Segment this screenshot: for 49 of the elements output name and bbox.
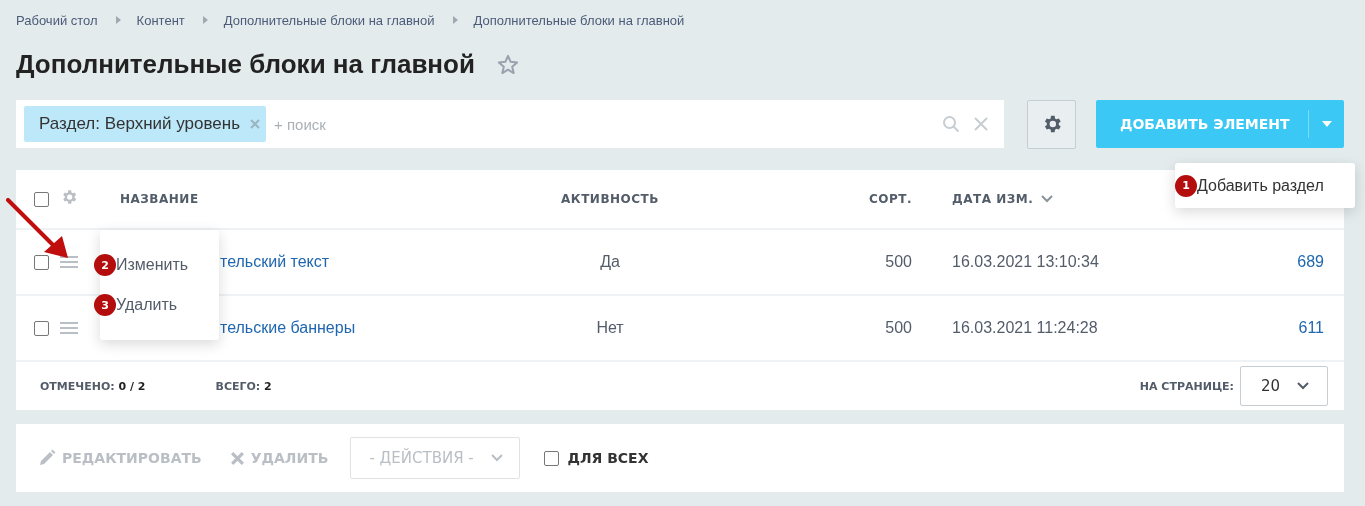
- breadcrumb-separator-icon: [452, 16, 458, 24]
- per-page-label: НА СТРАНИЦЕ:: [1139, 379, 1234, 393]
- chevron-icon: [1297, 382, 1309, 390]
- menu-item[interactable]: Изменить: [116, 256, 189, 274]
- table-cell-text: 16.03.2021 11:24:28: [951, 319, 1099, 337]
- breadcrumb-separator-icon: [202, 16, 208, 24]
- total-count: ВСЕГО: 2: [215, 379, 272, 393]
- per-page-select[interactable]: 20: [1240, 366, 1328, 406]
- table-cell-text: Нет: [595, 319, 625, 337]
- column-header[interactable]: НАЗВАНИЕ: [120, 192, 540, 206]
- annotation-badge: 3: [94, 294, 116, 316]
- annotation-badge: 1: [1175, 174, 1197, 197]
- table-cell-text: 500: [884, 253, 912, 271]
- breadcrumb-link[interactable]: Дополнительные блоки на главной: [223, 12, 435, 28]
- caret-icon: [1321, 121, 1332, 127]
- checked-count: ОТМЕЧЕНО: 0 / 2: [40, 379, 146, 393]
- table-cell-text: Да: [599, 253, 621, 271]
- pencil-icon: [38, 449, 56, 467]
- filter-chip[interactable]: Раздел: Верхний уровень: [24, 106, 267, 142]
- menu-item[interactable]: Удалить: [116, 296, 178, 314]
- filter-chip-label: Раздел: Верхний уровень: [39, 114, 241, 134]
- star-icon[interactable]: [496, 53, 519, 75]
- column-header[interactable]: СОРТ.: [680, 192, 912, 206]
- breadcrumb-link[interactable]: Контент: [136, 12, 185, 28]
- checkbox[interactable]: [544, 450, 560, 466]
- annotation-badge: 2: [94, 254, 116, 276]
- breadcrumb-separator-icon: [115, 16, 121, 24]
- menu-item[interactable]: Добавить раздел: [1197, 176, 1324, 195]
- breadcrumb-link[interactable]: Рабочий стол: [16, 12, 98, 28]
- table-cell-text: 16.03.2021 13:10:34: [951, 253, 1100, 271]
- chevron-icon: [491, 454, 504, 462]
- checkbox[interactable]: [34, 191, 49, 207]
- checkbox[interactable]: [34, 320, 49, 336]
- cross-icon: [229, 450, 245, 466]
- settings-button[interactable]: [1027, 99, 1076, 149]
- annotation-arrow: [6, 198, 68, 258]
- for-all-label: ДЛЯ ВСЕХ: [567, 450, 649, 466]
- id-link[interactable]: 689: [1297, 253, 1324, 271]
- filter-search-field[interactable]: Раздел: Верхний уровень + поиск: [16, 100, 1004, 148]
- breadcrumb-link[interactable]: Дополнительные блоки на главной: [473, 12, 685, 28]
- element-name-link[interactable]: тельские баннеры: [220, 319, 356, 336]
- checkbox[interactable]: [34, 254, 49, 270]
- menu-icon[interactable]: [60, 256, 78, 268]
- column-header[interactable]: АКТИВНОСТЬ: [540, 192, 680, 206]
- id-link[interactable]: 611: [1298, 319, 1324, 337]
- table-cell-text: 500: [884, 319, 912, 337]
- element-name-link[interactable]: тельский текст: [220, 253, 330, 270]
- sort-chevron-icon: [1041, 195, 1054, 203]
- page-title: Дополнительные блоки на главной: [16, 48, 475, 80]
